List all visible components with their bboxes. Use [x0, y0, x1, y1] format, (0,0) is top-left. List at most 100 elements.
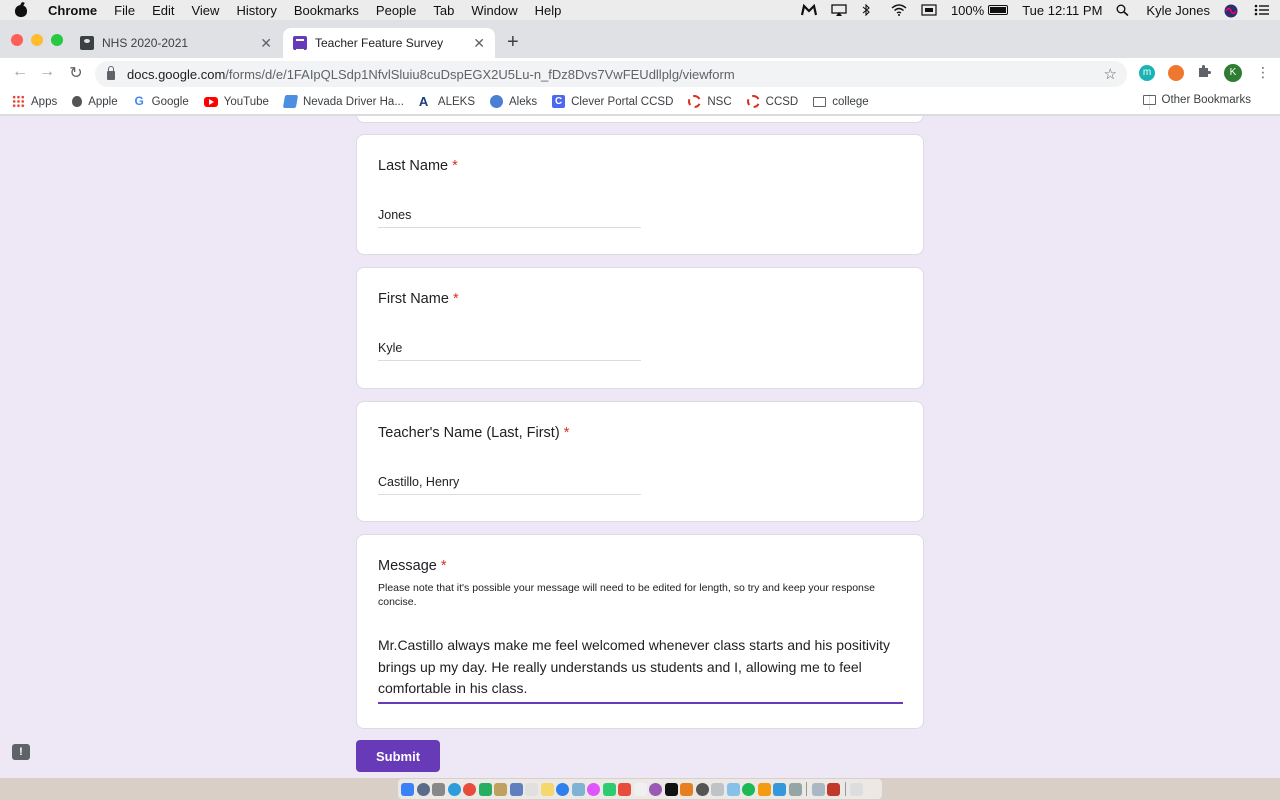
extensions-puzzle-icon[interactable]	[1196, 63, 1212, 79]
trash-icon[interactable]	[850, 782, 863, 796]
spotify-icon[interactable]	[742, 782, 755, 796]
podcasts-icon[interactable]	[649, 782, 662, 796]
bookmark-label: Clever Portal CCSD	[571, 95, 674, 108]
news-icon[interactable]	[618, 782, 631, 796]
menu-edit[interactable]: Edit	[152, 3, 174, 18]
airplay-icon[interactable]	[831, 4, 847, 16]
calendar-icon[interactable]	[921, 4, 937, 16]
menu-help[interactable]: Help	[535, 3, 562, 18]
first-name-input[interactable]: Kyle	[378, 341, 641, 361]
chrome-menu-icon[interactable]: ⋮	[1256, 64, 1270, 81]
tab-nhs[interactable]: NHS 2020-2021 ✕	[70, 28, 282, 58]
system-preferences-icon[interactable]	[695, 782, 709, 796]
aleks-icon	[490, 95, 503, 108]
app-store-icon[interactable]	[556, 782, 569, 796]
apple-icon[interactable]	[14, 2, 28, 18]
chrome-icon[interactable]	[463, 782, 476, 796]
close-tab-icon[interactable]: ✕	[473, 35, 485, 52]
minimize-window-button[interactable]	[31, 34, 43, 46]
calendar-app-icon[interactable]	[525, 782, 538, 796]
question-title: Last Name *	[378, 158, 458, 174]
zoom-window-button[interactable]	[51, 34, 63, 46]
xcode-icon[interactable]	[773, 782, 786, 796]
message-help-text: Please note that it's possible your mess…	[378, 582, 875, 608]
photos-icon[interactable]	[587, 782, 600, 796]
teacher-name-input[interactable]: Castillo, Henry	[378, 475, 641, 495]
stickies-icon[interactable]	[540, 782, 554, 796]
bluetooth-icon[interactable]	[861, 3, 877, 17]
folder-icon	[1142, 95, 1156, 105]
last-name-input[interactable]: Jones	[378, 208, 641, 228]
extension-m-icon[interactable]: m	[1139, 65, 1155, 81]
submit-button[interactable]: Submit	[356, 740, 440, 772]
menu-window[interactable]: Window	[471, 3, 517, 18]
tab-teacher-survey[interactable]: Teacher Feature Survey ✕	[283, 28, 495, 58]
bookmark-google[interactable]: G Google	[133, 95, 188, 108]
facetime-icon[interactable]	[602, 782, 616, 796]
close-window-button[interactable]	[11, 34, 23, 46]
wifi-icon[interactable]	[891, 4, 907, 16]
screenshot-icon[interactable]	[726, 782, 740, 796]
bookmark-nevada-driver[interactable]: Nevada Driver Ha...	[282, 95, 404, 108]
bookmark-clever[interactable]: C Clever Portal CCSD	[552, 95, 673, 108]
menu-people[interactable]: People	[376, 3, 416, 18]
bookmark-aleks[interactable]: Aleks	[490, 95, 537, 108]
clever-icon: C	[552, 95, 566, 108]
spotlight-search-icon[interactable]	[1116, 4, 1132, 17]
siri-icon[interactable]	[1224, 4, 1240, 18]
reload-icon[interactable]: ↻	[66, 63, 86, 83]
forward-arrow-icon[interactable]: →	[37, 63, 57, 81]
safari-icon[interactable]	[447, 782, 461, 796]
menubar-clock[interactable]: Tue 12:11 PM	[1022, 3, 1102, 18]
menu-bookmarks[interactable]: Bookmarks	[294, 3, 359, 18]
question-label: Teacher's Name (Last, First)	[378, 425, 560, 441]
report-problem-icon[interactable]: !	[12, 744, 30, 760]
books-icon[interactable]	[680, 782, 693, 796]
notification-center-icon[interactable]	[1254, 4, 1270, 16]
other-bookmarks[interactable]: Other Bookmarks	[1142, 94, 1251, 106]
back-arrow-icon[interactable]: ←	[10, 63, 30, 81]
menu-bar: Chrome File Edit View History Bookmarks …	[0, 0, 1280, 20]
notes-app-icon[interactable]	[494, 782, 507, 796]
bookmark-youtube[interactable]: YouTube	[203, 96, 269, 108]
menu-history[interactable]: History	[236, 3, 276, 18]
menu-app-name[interactable]: Chrome	[48, 3, 97, 18]
launchpad-icon[interactable]	[416, 782, 430, 796]
menubar-user[interactable]: Kyle Jones	[1146, 3, 1210, 18]
lock-icon[interactable]	[107, 66, 115, 80]
bookmark-star-icon[interactable]: ☆	[1104, 65, 1117, 83]
question-message: Message * Please note that it's possible…	[356, 534, 924, 729]
downloads-stack-icon[interactable]	[811, 782, 825, 796]
preview-icon[interactable]	[509, 782, 523, 796]
bookmark-ccsd[interactable]: CCSD	[746, 95, 798, 108]
bookmark-college[interactable]: college	[813, 95, 869, 108]
new-tab-button[interactable]: +	[507, 32, 519, 52]
address-bar[interactable]: docs.google.com/forms/d/e/1FAIpQLSdp1Nfv…	[95, 61, 1127, 87]
tv-app-icon[interactable]	[664, 782, 678, 796]
menu-file[interactable]: File	[114, 3, 135, 18]
bookmark-nsc[interactable]: NSC	[688, 95, 732, 108]
bookmark-aleks-upper[interactable]: A ALEKS	[419, 95, 475, 108]
text-edit-icon[interactable]	[711, 782, 724, 796]
question-last-name: Last Name * Jones	[356, 134, 924, 255]
messages-icon[interactable]	[478, 782, 492, 796]
close-tab-icon[interactable]: ✕	[260, 35, 272, 52]
extension-honey-icon[interactable]	[1168, 65, 1184, 81]
bookmark-apps[interactable]: Apps	[12, 95, 57, 108]
battery-status[interactable]: 100%	[951, 3, 1009, 18]
dock	[398, 779, 882, 799]
menu-tab[interactable]: Tab	[433, 3, 454, 18]
finder-icon[interactable]	[401, 782, 414, 796]
message-textarea[interactable]: Mr.Castillo always make me feel welcomed…	[378, 635, 903, 704]
app-icon[interactable]	[757, 782, 771, 796]
rocket-app-icon[interactable]	[432, 782, 445, 796]
maps-icon[interactable]	[571, 782, 585, 796]
documents-stack-icon[interactable]	[827, 782, 840, 796]
music-icon[interactable]	[633, 782, 647, 796]
bookmark-apple[interactable]: Apple	[72, 96, 118, 108]
bookmark-label: college	[832, 95, 869, 108]
profile-avatar[interactable]: K	[1224, 64, 1242, 82]
menu-view[interactable]: View	[191, 3, 219, 18]
utility-app-icon[interactable]	[788, 782, 802, 796]
malwarebytes-icon[interactable]	[800, 3, 818, 16]
